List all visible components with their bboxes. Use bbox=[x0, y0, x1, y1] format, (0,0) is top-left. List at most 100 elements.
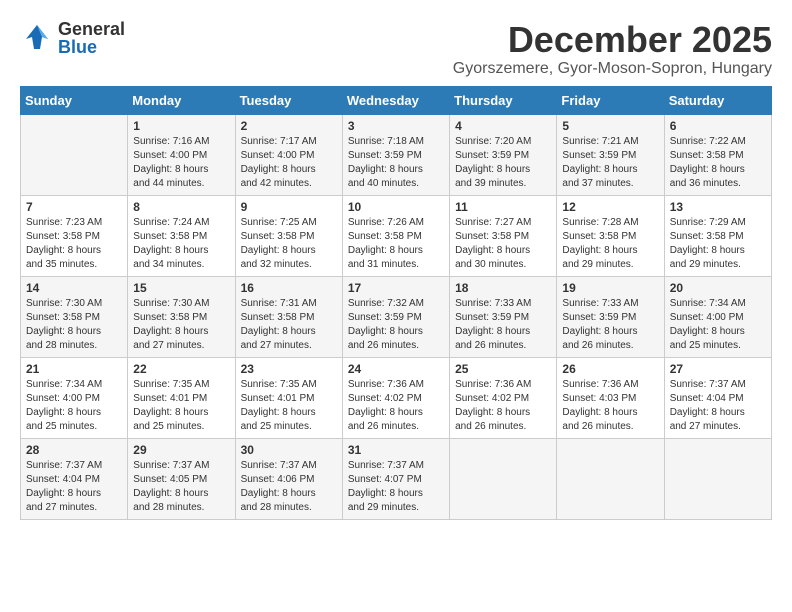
day-number: 20 bbox=[670, 281, 766, 295]
calendar-week-5: 28 Sunrise: 7:37 AM Sunset: 4:04 PM Dayli… bbox=[21, 438, 772, 519]
day-number: 4 bbox=[455, 119, 551, 133]
day-number: 28 bbox=[26, 443, 122, 457]
calendar-cell: 5 Sunrise: 7:21 AM Sunset: 3:59 PM Daylig… bbox=[557, 114, 664, 195]
calendar-cell: 10Sunrise: 7:26 AM Sunset: 3:58 PM Dayli… bbox=[342, 195, 449, 276]
logo-name: General Blue bbox=[58, 20, 125, 56]
day-number: 29 bbox=[133, 443, 229, 457]
cell-content: Sunrise: 7:36 AM Sunset: 4:03 PM Dayligh… bbox=[562, 378, 658, 434]
calendar-cell: 27 Sunrise: 7:37 AM Sunset: 4:04 PM Dayli… bbox=[664, 357, 771, 438]
calendar-cell: 20 Sunrise: 7:34 AM Sunset: 4:00 PM Dayli… bbox=[664, 276, 771, 357]
day-number: 18 bbox=[455, 281, 551, 295]
calendar-cell: 6 Sunrise: 7:22 AM Sunset: 3:58 PM Daylig… bbox=[664, 114, 771, 195]
day-number: 6 bbox=[670, 119, 766, 133]
day-number: 21 bbox=[26, 362, 122, 376]
cell-content: Sunrise: 7:37 AM Sunset: 4:07 PM Dayligh… bbox=[348, 459, 444, 515]
calendar-cell: 19 Sunrise: 7:33 AM Sunset: 3:59 PM Dayli… bbox=[557, 276, 664, 357]
day-number: 22 bbox=[133, 362, 229, 376]
day-number: 27 bbox=[670, 362, 766, 376]
day-number: 16 bbox=[241, 281, 337, 295]
cell-content: Sunrise: 7:35 AM Sunset: 4:01 PM Dayligh… bbox=[133, 378, 229, 434]
cell-content: Sunrise: 7:24 AM Sunset: 3:58 PM Dayligh… bbox=[133, 216, 229, 272]
day-header-sunday: Sunday bbox=[21, 86, 128, 114]
cell-content: Sunrise: 7:33 AM Sunset: 3:59 PM Dayligh… bbox=[455, 297, 551, 353]
calendar-cell: 3Sunrise: 7:18 AM Sunset: 3:59 PM Daylig… bbox=[342, 114, 449, 195]
cell-content: Sunrise: 7:22 AM Sunset: 3:58 PM Dayligh… bbox=[670, 135, 766, 191]
day-number: 11 bbox=[455, 200, 551, 214]
calendar-week-1: 1 Sunrise: 7:16 AM Sunset: 4:00 PM Daylig… bbox=[21, 114, 772, 195]
cell-content: Sunrise: 7:37 AM Sunset: 4:04 PM Dayligh… bbox=[26, 459, 122, 515]
cell-content: Sunrise: 7:34 AM Sunset: 4:00 PM Dayligh… bbox=[670, 297, 766, 353]
day-number: 1 bbox=[133, 119, 229, 133]
cell-content: Sunrise: 7:33 AM Sunset: 3:59 PM Dayligh… bbox=[562, 297, 658, 353]
day-number: 2 bbox=[241, 119, 337, 133]
day-number: 3 bbox=[348, 119, 444, 133]
day-number: 5 bbox=[562, 119, 658, 133]
day-number: 7 bbox=[26, 200, 122, 214]
logo-general-text: General bbox=[58, 20, 125, 38]
calendar-header: SundayMondayTuesdayWednesdayThursdayFrid… bbox=[21, 86, 772, 114]
page-header: General Blue December 2025 Gyorszemere, … bbox=[20, 20, 772, 78]
day-header-tuesday: Tuesday bbox=[235, 86, 342, 114]
day-number: 30 bbox=[241, 443, 337, 457]
day-number: 8 bbox=[133, 200, 229, 214]
calendar-cell: 13 Sunrise: 7:29 AM Sunset: 3:58 PM Dayli… bbox=[664, 195, 771, 276]
cell-content: Sunrise: 7:17 AM Sunset: 4:00 PM Dayligh… bbox=[241, 135, 337, 191]
cell-content: Sunrise: 7:16 AM Sunset: 4:00 PM Dayligh… bbox=[133, 135, 229, 191]
cell-content: Sunrise: 7:37 AM Sunset: 4:06 PM Dayligh… bbox=[241, 459, 337, 515]
calendar-cell: 28 Sunrise: 7:37 AM Sunset: 4:04 PM Dayli… bbox=[21, 438, 128, 519]
logo-bird-icon bbox=[20, 21, 54, 55]
calendar-cell: 7Sunrise: 7:23 AM Sunset: 3:58 PM Daylig… bbox=[21, 195, 128, 276]
day-header-thursday: Thursday bbox=[450, 86, 557, 114]
day-number: 25 bbox=[455, 362, 551, 376]
logo: General Blue bbox=[20, 20, 125, 56]
day-number: 26 bbox=[562, 362, 658, 376]
day-number: 9 bbox=[241, 200, 337, 214]
calendar-cell: 30 Sunrise: 7:37 AM Sunset: 4:06 PM Dayli… bbox=[235, 438, 342, 519]
day-number: 12 bbox=[562, 200, 658, 214]
cell-content: Sunrise: 7:37 AM Sunset: 4:04 PM Dayligh… bbox=[670, 378, 766, 434]
calendar-week-4: 21 Sunrise: 7:34 AM Sunset: 4:00 PM Dayli… bbox=[21, 357, 772, 438]
day-header-monday: Monday bbox=[128, 86, 235, 114]
cell-content: Sunrise: 7:34 AM Sunset: 4:00 PM Dayligh… bbox=[26, 378, 122, 434]
calendar-cell: 24 Sunrise: 7:36 AM Sunset: 4:02 PM Dayli… bbox=[342, 357, 449, 438]
calendar-cell: 16 Sunrise: 7:31 AM Sunset: 3:58 PM Dayli… bbox=[235, 276, 342, 357]
calendar-cell: 1 Sunrise: 7:16 AM Sunset: 4:00 PM Daylig… bbox=[128, 114, 235, 195]
cell-content: Sunrise: 7:21 AM Sunset: 3:59 PM Dayligh… bbox=[562, 135, 658, 191]
cell-content: Sunrise: 7:26 AM Sunset: 3:58 PM Dayligh… bbox=[348, 216, 444, 272]
days-header-row: SundayMondayTuesdayWednesdayThursdayFrid… bbox=[21, 86, 772, 114]
title-area: December 2025 Gyorszemere, Gyor-Moson-So… bbox=[453, 20, 772, 78]
logo-blue-text: Blue bbox=[58, 38, 125, 56]
calendar-cell: 15Sunrise: 7:30 AM Sunset: 3:58 PM Dayli… bbox=[128, 276, 235, 357]
calendar-body: 1 Sunrise: 7:16 AM Sunset: 4:00 PM Daylig… bbox=[21, 114, 772, 519]
day-number: 13 bbox=[670, 200, 766, 214]
calendar-cell: 11 Sunrise: 7:27 AM Sunset: 3:58 PM Dayli… bbox=[450, 195, 557, 276]
day-number: 15 bbox=[133, 281, 229, 295]
cell-content: Sunrise: 7:32 AM Sunset: 3:59 PM Dayligh… bbox=[348, 297, 444, 353]
calendar-cell: 9Sunrise: 7:25 AM Sunset: 3:58 PM Daylig… bbox=[235, 195, 342, 276]
day-header-saturday: Saturday bbox=[664, 86, 771, 114]
calendar-cell: 18 Sunrise: 7:33 AM Sunset: 3:59 PM Dayli… bbox=[450, 276, 557, 357]
month-title: December 2025 bbox=[453, 20, 772, 60]
calendar-table: SundayMondayTuesdayWednesdayThursdayFrid… bbox=[20, 86, 772, 520]
cell-content: Sunrise: 7:37 AM Sunset: 4:05 PM Dayligh… bbox=[133, 459, 229, 515]
day-number: 24 bbox=[348, 362, 444, 376]
cell-content: Sunrise: 7:30 AM Sunset: 3:58 PM Dayligh… bbox=[26, 297, 122, 353]
calendar-cell bbox=[664, 438, 771, 519]
calendar-cell bbox=[450, 438, 557, 519]
calendar-cell: 29 Sunrise: 7:37 AM Sunset: 4:05 PM Dayli… bbox=[128, 438, 235, 519]
cell-content: Sunrise: 7:27 AM Sunset: 3:58 PM Dayligh… bbox=[455, 216, 551, 272]
calendar-cell: 17Sunrise: 7:32 AM Sunset: 3:59 PM Dayli… bbox=[342, 276, 449, 357]
calendar-cell bbox=[21, 114, 128, 195]
cell-content: Sunrise: 7:29 AM Sunset: 3:58 PM Dayligh… bbox=[670, 216, 766, 272]
calendar-cell: 25 Sunrise: 7:36 AM Sunset: 4:02 PM Dayli… bbox=[450, 357, 557, 438]
day-number: 19 bbox=[562, 281, 658, 295]
calendar-week-3: 14Sunrise: 7:30 AM Sunset: 3:58 PM Dayli… bbox=[21, 276, 772, 357]
calendar-cell: 26 Sunrise: 7:36 AM Sunset: 4:03 PM Dayli… bbox=[557, 357, 664, 438]
calendar-cell bbox=[557, 438, 664, 519]
location: Gyorszemere, Gyor-Moson-Sopron, Hungary bbox=[453, 60, 772, 78]
cell-content: Sunrise: 7:31 AM Sunset: 3:58 PM Dayligh… bbox=[241, 297, 337, 353]
cell-content: Sunrise: 7:36 AM Sunset: 4:02 PM Dayligh… bbox=[348, 378, 444, 434]
cell-content: Sunrise: 7:36 AM Sunset: 4:02 PM Dayligh… bbox=[455, 378, 551, 434]
cell-content: Sunrise: 7:20 AM Sunset: 3:59 PM Dayligh… bbox=[455, 135, 551, 191]
cell-content: Sunrise: 7:28 AM Sunset: 3:58 PM Dayligh… bbox=[562, 216, 658, 272]
